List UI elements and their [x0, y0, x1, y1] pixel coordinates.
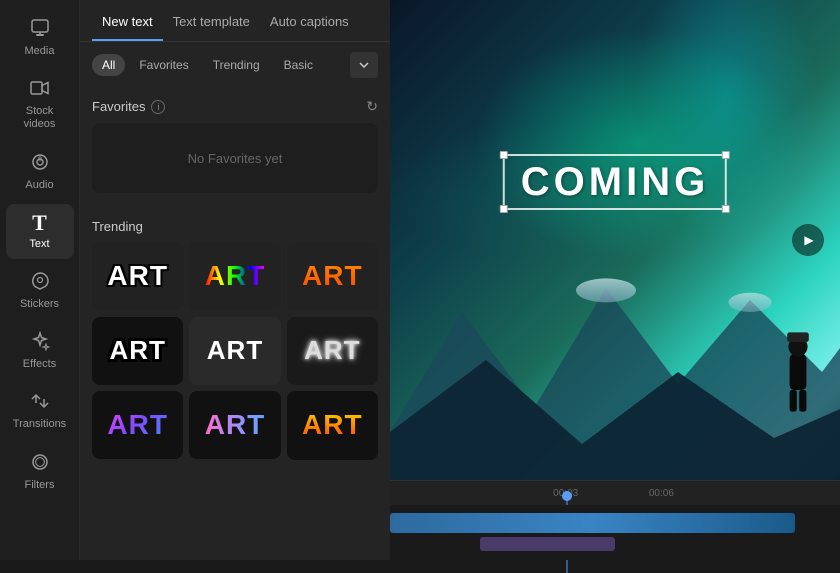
filter-trending[interactable]: Trending [203, 54, 270, 76]
filter-more-button[interactable] [350, 52, 378, 78]
text-style-5[interactable]: ART [189, 317, 280, 385]
timeline-ruler: 00:03 00:06 [390, 481, 840, 505]
text-style-3[interactable]: ART [287, 242, 378, 311]
video-canvas[interactable]: COMING ▶ [390, 0, 840, 480]
sidebar-item-effects-label: Effects [23, 358, 56, 371]
sidebar-item-audio-label: Audio [25, 179, 53, 192]
handle-bl[interactable] [500, 205, 508, 213]
handle-tl[interactable] [500, 151, 508, 159]
transitions-icon [30, 391, 50, 414]
stickers-icon [30, 271, 50, 294]
filters-icon [30, 452, 50, 475]
tab-text-template[interactable]: Text template [163, 0, 260, 41]
refresh-icon[interactable]: ↻ [366, 98, 378, 115]
sidebar-item-stock-label: Stock videos [24, 105, 56, 131]
handle-br[interactable] [722, 205, 730, 213]
text-icon: T [32, 212, 47, 234]
favorites-empty: No Favorites yet [92, 123, 378, 193]
timeline-tracks [390, 505, 840, 560]
audio-icon [30, 152, 50, 175]
sidebar-item-filters[interactable]: Filters [6, 444, 74, 500]
timeline: 00:03 00:06 [390, 480, 840, 560]
text-style-9[interactable]: ART [287, 391, 378, 460]
stock-videos-icon [30, 78, 50, 101]
sidebar-item-text[interactable]: T Text [6, 204, 74, 259]
panel-content: Favorites i ↻ No Favorites yet Trending … [80, 88, 390, 560]
sidebar-item-stock[interactable]: Stock videos [6, 70, 74, 139]
sidebar-item-effects[interactable]: Effects [6, 323, 74, 379]
handle-tr[interactable] [722, 151, 730, 159]
filter-row: All Favorites Trending Basic [80, 42, 390, 88]
text-style-8[interactable]: ART [189, 391, 280, 459]
favorites-title: Favorites i [92, 99, 165, 114]
video-background: COMING ▶ [390, 0, 840, 480]
sidebar: Media Stock videos Audio T Text [0, 0, 80, 560]
media-icon [30, 18, 50, 41]
sidebar-item-filters-label: Filters [25, 479, 55, 492]
text-style-1[interactable]: ART [92, 242, 183, 310]
canvas-area: COMING ▶ 00:03 00:06 [390, 0, 840, 560]
sidebar-item-stickers-label: Stickers [20, 298, 59, 311]
coming-text: COMING [521, 160, 709, 204]
video-track[interactable] [390, 513, 795, 533]
timeline-mark-1: 00:06 [649, 488, 674, 499]
sidebar-item-text-label: Text [29, 238, 49, 251]
sidebar-item-media[interactable]: Media [6, 10, 74, 66]
trending-section-header: Trending [92, 209, 378, 242]
sidebar-item-stickers[interactable]: Stickers [6, 263, 74, 319]
timeline-mark-0: 00:03 [553, 488, 578, 499]
selection-box: COMING [503, 154, 727, 210]
filter-favorites[interactable]: Favorites [129, 54, 198, 76]
text-style-4[interactable]: ART [92, 317, 183, 385]
text-panel: New text Text template Auto captions All… [80, 0, 390, 560]
text-style-7[interactable]: ART [92, 391, 183, 459]
sidebar-item-transitions-label: Transitions [13, 418, 66, 431]
tab-auto-captions[interactable]: Auto captions [260, 0, 359, 41]
text-style-6[interactable]: ART [287, 317, 378, 386]
text-track[interactable] [480, 537, 615, 551]
filter-all[interactable]: All [92, 54, 125, 76]
favorites-info-icon[interactable]: i [151, 100, 165, 114]
sidebar-item-transitions[interactable]: Transitions [6, 383, 74, 439]
mountain-silhouette [390, 216, 840, 480]
sidebar-item-media-label: Media [25, 45, 55, 58]
trending-title: Trending [92, 219, 143, 234]
favorites-section-header: Favorites i ↻ [92, 88, 378, 123]
sidebar-item-audio[interactable]: Audio [6, 144, 74, 200]
filter-basic[interactable]: Basic [274, 54, 323, 76]
text-styles-grid: ART ART ART ART ART ART AR [92, 242, 378, 460]
play-button[interactable]: ▶ [792, 224, 824, 256]
text-overlay-container[interactable]: COMING [503, 154, 727, 210]
tab-new-text[interactable]: New text [92, 0, 163, 41]
text-style-2[interactable]: ART [189, 242, 280, 310]
effects-icon [30, 331, 50, 354]
panel-tabs: New text Text template Auto captions [80, 0, 390, 42]
